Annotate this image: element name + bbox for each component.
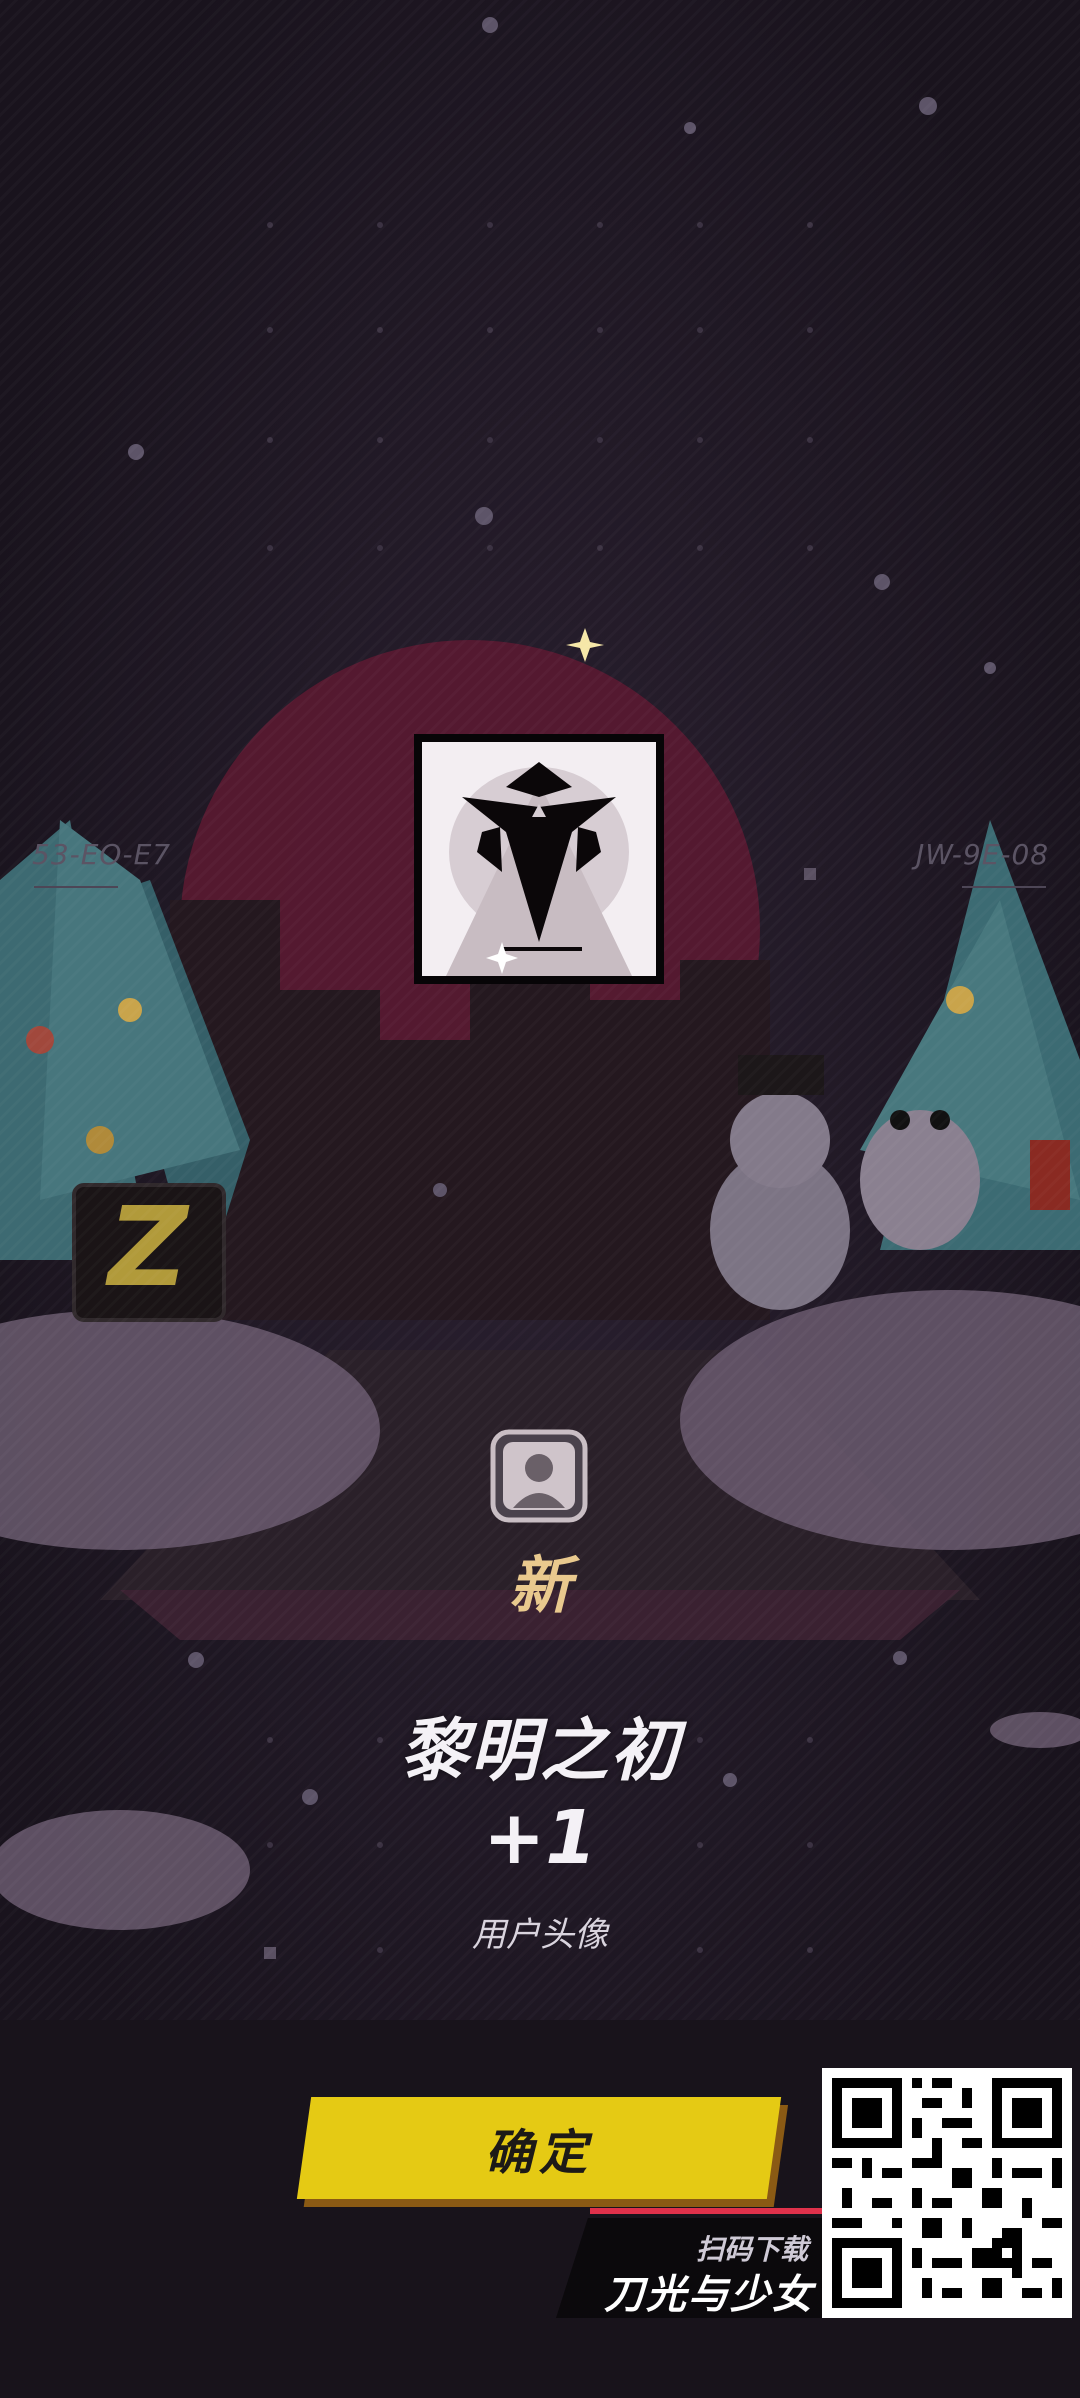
svg-text:Z: Z <box>105 1183 190 1311</box>
promo-game-title: 刀光与少女 <box>604 2272 814 2318</box>
item-name: 黎明之初 <box>399 1712 680 1791</box>
promo-red-stripe <box>590 2208 822 2214</box>
item-count: +1 <box>483 1795 597 1881</box>
confirm-button-label: 确定 <box>484 2125 593 2181</box>
confirm-button[interactable]: 确定 <box>296 2097 782 2199</box>
left-code-label: 53-EO-E7 <box>32 838 172 871</box>
reward-avatar <box>414 734 664 984</box>
item-type: 用户头像 <box>472 1915 608 1955</box>
user-avatar-icon <box>490 1429 588 1523</box>
qr-code-icon <box>822 2068 1072 2318</box>
new-badge: 新 <box>508 1549 571 1622</box>
right-code-underline <box>962 886 1046 888</box>
dawn-avatar-icon <box>422 742 656 976</box>
reward-screen: Z 53-EO-E7 JW-9E-08 新 黎明之初 +1 用户头像 确定 扫码… <box>0 0 1080 2398</box>
right-code-label: JW-9E-08 <box>916 838 1050 871</box>
left-code-underline <box>34 886 118 888</box>
